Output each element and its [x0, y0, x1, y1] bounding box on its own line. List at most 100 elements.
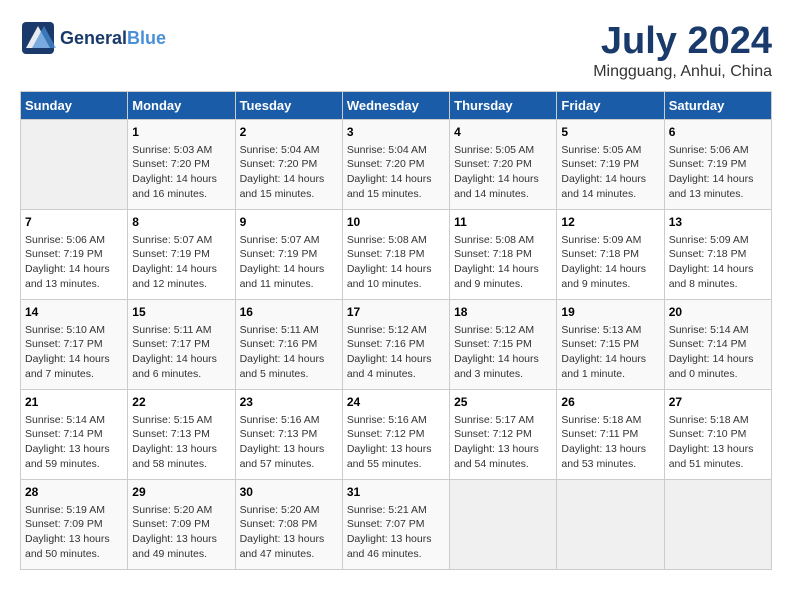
calendar-cell: 23 Sunrise: 5:16 AM Sunset: 7:13 PM Dayli…: [235, 390, 342, 480]
day-info: Sunrise: 5:16 AM Sunset: 7:13 PM Dayligh…: [240, 414, 325, 470]
day-number: 7: [25, 214, 123, 231]
day-number: 19: [561, 304, 659, 321]
header-day-monday: Monday: [128, 92, 235, 120]
page-header: GeneralBlue July 2024 Mingguang, Anhui, …: [20, 20, 772, 81]
calendar-cell: 19Sunrise: 5:13 AM Sunset: 7:15 PM Dayli…: [557, 300, 664, 390]
header-day-wednesday: Wednesday: [342, 92, 449, 120]
day-info: Sunrise: 5:14 AM Sunset: 7:14 PM Dayligh…: [25, 414, 110, 470]
calendar-cell: 14 Sunrise: 5:10 AM Sunset: 7:17 PM Dayli…: [21, 300, 128, 390]
day-number: 11: [454, 214, 552, 231]
calendar-cell: 4 Sunrise: 5:05 AM Sunset: 7:20 PM Daylig…: [450, 120, 557, 210]
day-info: Sunrise: 5:18 AM Sunset: 7:10 PM Dayligh…: [669, 414, 754, 470]
calendar-cell: 29 Sunrise: 5:20 AM Sunset: 7:09 PM Dayli…: [128, 480, 235, 570]
calendar-week-row: 21 Sunrise: 5:14 AM Sunset: 7:14 PM Dayli…: [21, 390, 772, 480]
calendar-week-row: 7 Sunrise: 5:06 AM Sunset: 7:19 PM Daylig…: [21, 210, 772, 300]
day-info: Sunrise: 5:11 AM Sunset: 7:16 PM Dayligh…: [240, 324, 325, 380]
day-number: 4: [454, 124, 552, 141]
day-number: 14: [25, 304, 123, 321]
day-info: Sunrise: 5:21 AM Sunset: 7:07 PM Dayligh…: [347, 504, 432, 560]
calendar-cell: 26 Sunrise: 5:18 AM Sunset: 7:11 PM Dayli…: [557, 390, 664, 480]
day-info: Sunrise: 5:12 AM Sunset: 7:16 PM Dayligh…: [347, 324, 432, 380]
calendar-month-year: July 2024: [593, 20, 772, 63]
calendar-cell: [557, 480, 664, 570]
calendar-header-row: SundayMondayTuesdayWednesdayThursdayFrid…: [21, 92, 772, 120]
day-number: 25: [454, 394, 552, 411]
calendar-cell: 24 Sunrise: 5:16 AM Sunset: 7:12 PM Dayli…: [342, 390, 449, 480]
day-number: 8: [132, 214, 230, 231]
day-info: Sunrise: 5:08 AM Sunset: 7:18 PM Dayligh…: [347, 234, 432, 290]
calendar-cell: 5 Sunrise: 5:05 AM Sunset: 7:19 PM Daylig…: [557, 120, 664, 210]
calendar-cell: 16 Sunrise: 5:11 AM Sunset: 7:16 PM Dayli…: [235, 300, 342, 390]
day-number: 26: [561, 394, 659, 411]
calendar-cell: 17Sunrise: 5:12 AM Sunset: 7:16 PM Dayli…: [342, 300, 449, 390]
day-info: Sunrise: 5:16 AM Sunset: 7:12 PM Dayligh…: [347, 414, 432, 470]
day-number: 10: [347, 214, 445, 231]
calendar-cell: 6Sunrise: 5:06 AM Sunset: 7:19 PM Daylig…: [664, 120, 771, 210]
calendar-cell: 7 Sunrise: 5:06 AM Sunset: 7:19 PM Daylig…: [21, 210, 128, 300]
calendar-cell: 22 Sunrise: 5:15 AM Sunset: 7:13 PM Dayli…: [128, 390, 235, 480]
day-number: 22: [132, 394, 230, 411]
day-number: 5: [561, 124, 659, 141]
day-number: 13: [669, 214, 767, 231]
calendar-cell: 11Sunrise: 5:08 AM Sunset: 7:18 PM Dayli…: [450, 210, 557, 300]
calendar-cell: 30 Sunrise: 5:20 AM Sunset: 7:08 PM Dayli…: [235, 480, 342, 570]
calendar-cell: 21 Sunrise: 5:14 AM Sunset: 7:14 PM Dayli…: [21, 390, 128, 480]
calendar-cell: 9 Sunrise: 5:07 AM Sunset: 7:19 PM Daylig…: [235, 210, 342, 300]
day-number: 23: [240, 394, 338, 411]
calendar-cell: [664, 480, 771, 570]
header-day-saturday: Saturday: [664, 92, 771, 120]
day-info: Sunrise: 5:09 AM Sunset: 7:18 PM Dayligh…: [669, 234, 754, 290]
day-number: 18: [454, 304, 552, 321]
day-number: 16: [240, 304, 338, 321]
logo-icon: [20, 20, 56, 56]
day-number: 6: [669, 124, 767, 141]
calendar-cell: 15 Sunrise: 5:11 AM Sunset: 7:17 PM Dayli…: [128, 300, 235, 390]
calendar-cell: 31 Sunrise: 5:21 AM Sunset: 7:07 PM Dayli…: [342, 480, 449, 570]
day-info: Sunrise: 5:07 AM Sunset: 7:19 PM Dayligh…: [132, 234, 217, 290]
calendar-cell: 27Sunrise: 5:18 AM Sunset: 7:10 PM Dayli…: [664, 390, 771, 480]
calendar-cell: 12 Sunrise: 5:09 AM Sunset: 7:18 PM Dayli…: [557, 210, 664, 300]
day-info: Sunrise: 5:17 AM Sunset: 7:12 PM Dayligh…: [454, 414, 539, 470]
calendar-cell: [21, 120, 128, 210]
day-number: 28: [25, 484, 123, 501]
day-number: 24: [347, 394, 445, 411]
calendar-location: Mingguang, Anhui, China: [593, 63, 772, 81]
day-info: Sunrise: 5:11 AM Sunset: 7:17 PM Dayligh…: [132, 324, 217, 380]
day-info: Sunrise: 5:15 AM Sunset: 7:13 PM Dayligh…: [132, 414, 217, 470]
calendar-cell: 10 Sunrise: 5:08 AM Sunset: 7:18 PM Dayli…: [342, 210, 449, 300]
header-day-tuesday: Tuesday: [235, 92, 342, 120]
header-day-sunday: Sunday: [21, 92, 128, 120]
calendar-week-row: 14 Sunrise: 5:10 AM Sunset: 7:17 PM Dayli…: [21, 300, 772, 390]
day-info: Sunrise: 5:03 AM Sunset: 7:20 PM Dayligh…: [132, 144, 217, 200]
day-number: 20: [669, 304, 767, 321]
day-info: Sunrise: 5:20 AM Sunset: 7:09 PM Dayligh…: [132, 504, 217, 560]
calendar-week-row: 28 Sunrise: 5:19 AM Sunset: 7:09 PM Dayli…: [21, 480, 772, 570]
calendar-cell: 1Sunrise: 5:03 AM Sunset: 7:20 PM Daylig…: [128, 120, 235, 210]
day-info: Sunrise: 5:10 AM Sunset: 7:17 PM Dayligh…: [25, 324, 110, 380]
day-number: 9: [240, 214, 338, 231]
day-info: Sunrise: 5:12 AM Sunset: 7:15 PM Dayligh…: [454, 324, 539, 380]
day-info: Sunrise: 5:18 AM Sunset: 7:11 PM Dayligh…: [561, 414, 646, 470]
day-number: 29: [132, 484, 230, 501]
calendar-cell: 8 Sunrise: 5:07 AM Sunset: 7:19 PM Daylig…: [128, 210, 235, 300]
day-number: 21: [25, 394, 123, 411]
logo: GeneralBlue: [20, 20, 166, 56]
calendar-cell: 25 Sunrise: 5:17 AM Sunset: 7:12 PM Dayli…: [450, 390, 557, 480]
day-number: 15: [132, 304, 230, 321]
day-number: 31: [347, 484, 445, 501]
day-number: 30: [240, 484, 338, 501]
day-info: Sunrise: 5:05 AM Sunset: 7:19 PM Dayligh…: [561, 144, 646, 200]
calendar-cell: [450, 480, 557, 570]
header-day-friday: Friday: [557, 92, 664, 120]
day-number: 12: [561, 214, 659, 231]
day-info: Sunrise: 5:20 AM Sunset: 7:08 PM Dayligh…: [240, 504, 325, 560]
day-info: Sunrise: 5:09 AM Sunset: 7:18 PM Dayligh…: [561, 234, 646, 290]
calendar-cell: 28 Sunrise: 5:19 AM Sunset: 7:09 PM Dayli…: [21, 480, 128, 570]
day-info: Sunrise: 5:06 AM Sunset: 7:19 PM Dayligh…: [25, 234, 110, 290]
day-info: Sunrise: 5:19 AM Sunset: 7:09 PM Dayligh…: [25, 504, 110, 560]
day-info: Sunrise: 5:05 AM Sunset: 7:20 PM Dayligh…: [454, 144, 539, 200]
day-info: Sunrise: 5:07 AM Sunset: 7:19 PM Dayligh…: [240, 234, 325, 290]
day-info: Sunrise: 5:04 AM Sunset: 7:20 PM Dayligh…: [240, 144, 325, 200]
day-info: Sunrise: 5:04 AM Sunset: 7:20 PM Dayligh…: [347, 144, 432, 200]
day-info: Sunrise: 5:14 AM Sunset: 7:14 PM Dayligh…: [669, 324, 754, 380]
